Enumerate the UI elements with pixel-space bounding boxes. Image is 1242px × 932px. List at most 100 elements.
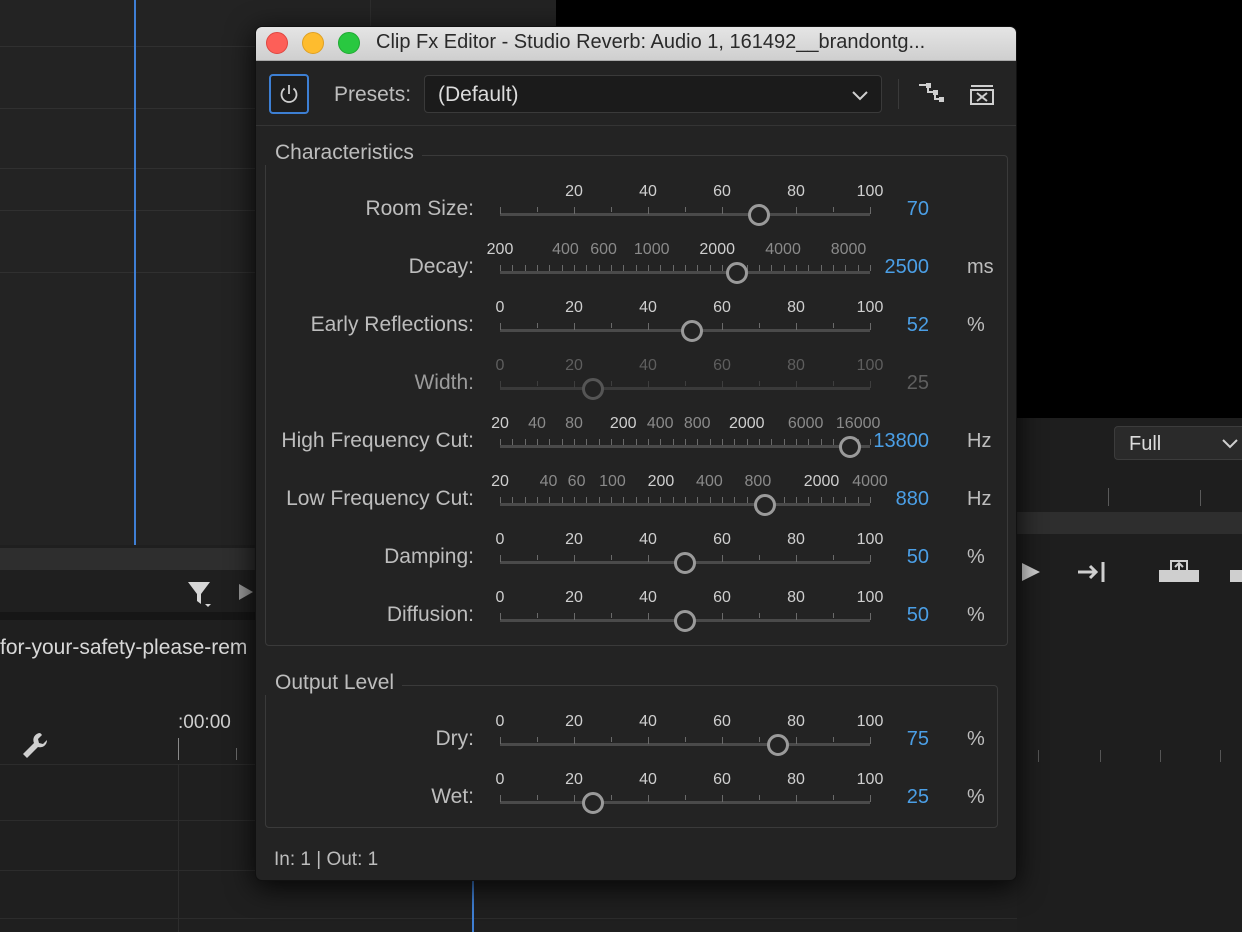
low-frequency-cut-tick-mark bbox=[660, 497, 662, 503]
low-frequency-cut-value[interactable]: 880 bbox=[849, 488, 929, 511]
wrench-icon[interactable] bbox=[20, 730, 50, 767]
room-size-slider-track[interactable] bbox=[500, 213, 870, 216]
lift-icon[interactable] bbox=[1158, 558, 1200, 589]
low-frequency-cut-tick-mark bbox=[746, 497, 748, 503]
low-frequency-cut-tick-mark bbox=[672, 497, 674, 503]
wet-tick-mark bbox=[500, 795, 501, 802]
play-small-icon[interactable] bbox=[237, 582, 255, 607]
room-size-value[interactable]: 70 bbox=[849, 198, 929, 221]
decay-tick-mark bbox=[808, 265, 810, 271]
low-frequency-cut-tick-mark bbox=[524, 497, 526, 503]
decay-tick-label: 400 bbox=[552, 241, 579, 258]
room-size-slider-thumb[interactable] bbox=[748, 204, 770, 226]
early-reflections-tick-mark bbox=[796, 323, 797, 330]
room-size-tick-mark bbox=[574, 207, 575, 214]
early-reflections-tick-mark bbox=[759, 323, 760, 328]
damping-tick-label: 0 bbox=[495, 531, 505, 548]
timeline-playhead[interactable] bbox=[472, 880, 474, 932]
width-tick-mark bbox=[611, 381, 612, 386]
high-frequency-cut-tick-mark bbox=[537, 439, 538, 445]
low-frequency-cut-slider-track[interactable] bbox=[500, 503, 870, 506]
decay-slider-track[interactable] bbox=[500, 271, 870, 274]
room-size-tick-mark bbox=[500, 207, 501, 214]
diffusion-value[interactable]: 50 bbox=[849, 604, 929, 627]
low-frequency-cut-label: Low Frequency Cut: bbox=[286, 487, 474, 510]
wet-slider-track[interactable] bbox=[500, 801, 870, 804]
monitor-scrollbar[interactable] bbox=[1017, 512, 1242, 534]
zoom-select[interactable]: Full bbox=[1114, 426, 1242, 460]
width-slider-thumb[interactable] bbox=[581, 378, 604, 400]
decay-tick-mark bbox=[697, 265, 699, 271]
filter-icon[interactable] bbox=[186, 578, 216, 615]
high-frequency-cut-slider-track[interactable] bbox=[500, 445, 870, 448]
early-reflections-unit: % bbox=[967, 314, 985, 336]
program-monitor-controls bbox=[1017, 418, 1242, 932]
wet-tick-label: 0 bbox=[495, 771, 505, 788]
playhead-line[interactable] bbox=[134, 0, 136, 545]
decay-slider-thumb[interactable] bbox=[725, 262, 748, 284]
room-size-tick-label: 60 bbox=[713, 183, 731, 200]
low-frequency-cut-slider-thumb[interactable] bbox=[753, 494, 776, 516]
decay-tick-label: 2000 bbox=[699, 241, 735, 258]
dry-value[interactable]: 75 bbox=[849, 728, 929, 751]
grid-line bbox=[370, 0, 371, 26]
damping-tick-label: 20 bbox=[565, 531, 583, 548]
minimize-window-button[interactable] bbox=[302, 32, 324, 54]
diffusion-tick-mark bbox=[722, 613, 723, 620]
remove-effect-icon[interactable] bbox=[969, 83, 995, 112]
scrollbar[interactable] bbox=[0, 548, 256, 570]
title-bar[interactable]: Clip Fx Editor - Studio Reverb: Audio 1,… bbox=[256, 27, 1016, 61]
decay-value[interactable]: 2500 bbox=[849, 256, 930, 279]
wet-tick-mark bbox=[722, 795, 723, 802]
room-size-tick-mark bbox=[537, 207, 538, 212]
low-frequency-cut-tick-mark bbox=[598, 497, 600, 503]
dry-tick-mark bbox=[759, 737, 760, 742]
width-value[interactable]: 25 bbox=[849, 372, 929, 395]
play-icon[interactable] bbox=[1020, 560, 1042, 589]
diffusion-tick-label: 40 bbox=[639, 589, 657, 606]
close-window-button[interactable] bbox=[266, 32, 288, 54]
wet-value[interactable]: 25 bbox=[849, 786, 929, 809]
damping-slider-thumb[interactable] bbox=[674, 552, 696, 574]
width-tick-mark bbox=[833, 381, 834, 386]
low-frequency-cut-tick-label: 60 bbox=[567, 473, 586, 490]
dry-tick-label: 60 bbox=[713, 713, 731, 730]
high-frequency-cut-tick-mark bbox=[574, 439, 575, 445]
width-tick-mark bbox=[500, 381, 501, 388]
room-size-label: Room Size: bbox=[365, 197, 474, 220]
low-frequency-cut-tick-label: 2000 bbox=[803, 473, 840, 490]
high-frequency-cut-value[interactable]: 13800 bbox=[849, 430, 929, 453]
wet-slider-thumb[interactable] bbox=[581, 792, 604, 814]
damping-value[interactable]: 50 bbox=[849, 546, 929, 569]
dry-slider-thumb[interactable] bbox=[766, 734, 789, 756]
zoom-window-button[interactable] bbox=[338, 32, 360, 54]
power-toggle-button[interactable] bbox=[269, 74, 309, 114]
dry-slider-track[interactable] bbox=[500, 743, 870, 746]
decay-tick-mark bbox=[796, 265, 797, 271]
wet-tick-label: 40 bbox=[639, 771, 657, 788]
diffusion-tick-mark bbox=[648, 613, 649, 620]
grid-line bbox=[0, 210, 255, 211]
low-frequency-cut-tick-mark bbox=[574, 497, 575, 503]
routing-icon[interactable] bbox=[917, 80, 945, 113]
diffusion-tick-mark bbox=[796, 613, 797, 620]
presets-select[interactable]: (Default) bbox=[424, 75, 882, 113]
early-reflections-value[interactable]: 52 bbox=[849, 314, 929, 337]
high-frequency-cut-tick-mark bbox=[561, 439, 563, 445]
early-reflections-tick-mark bbox=[537, 323, 538, 328]
damping-tick-mark bbox=[537, 555, 538, 560]
clip-name: for-your-safety-please-rem bbox=[0, 636, 248, 659]
extract-icon[interactable] bbox=[1228, 560, 1242, 591]
width-slider-track[interactable] bbox=[500, 387, 870, 390]
low-frequency-cut-tick-mark bbox=[685, 497, 686, 503]
wet-tick-mark bbox=[648, 795, 649, 802]
diffusion-label: Diffusion: bbox=[386, 603, 474, 626]
step-forward-icon[interactable] bbox=[1076, 558, 1110, 591]
early-reflections-tick-label: 0 bbox=[495, 299, 505, 316]
diffusion-slider-thumb[interactable] bbox=[674, 610, 696, 632]
high-frequency-cut-tick-mark bbox=[734, 439, 736, 445]
dry-tick-label: 0 bbox=[495, 713, 505, 730]
decay-tick-mark bbox=[833, 265, 834, 271]
dry-tick-mark bbox=[722, 737, 723, 744]
decay-tick-mark bbox=[586, 265, 588, 271]
